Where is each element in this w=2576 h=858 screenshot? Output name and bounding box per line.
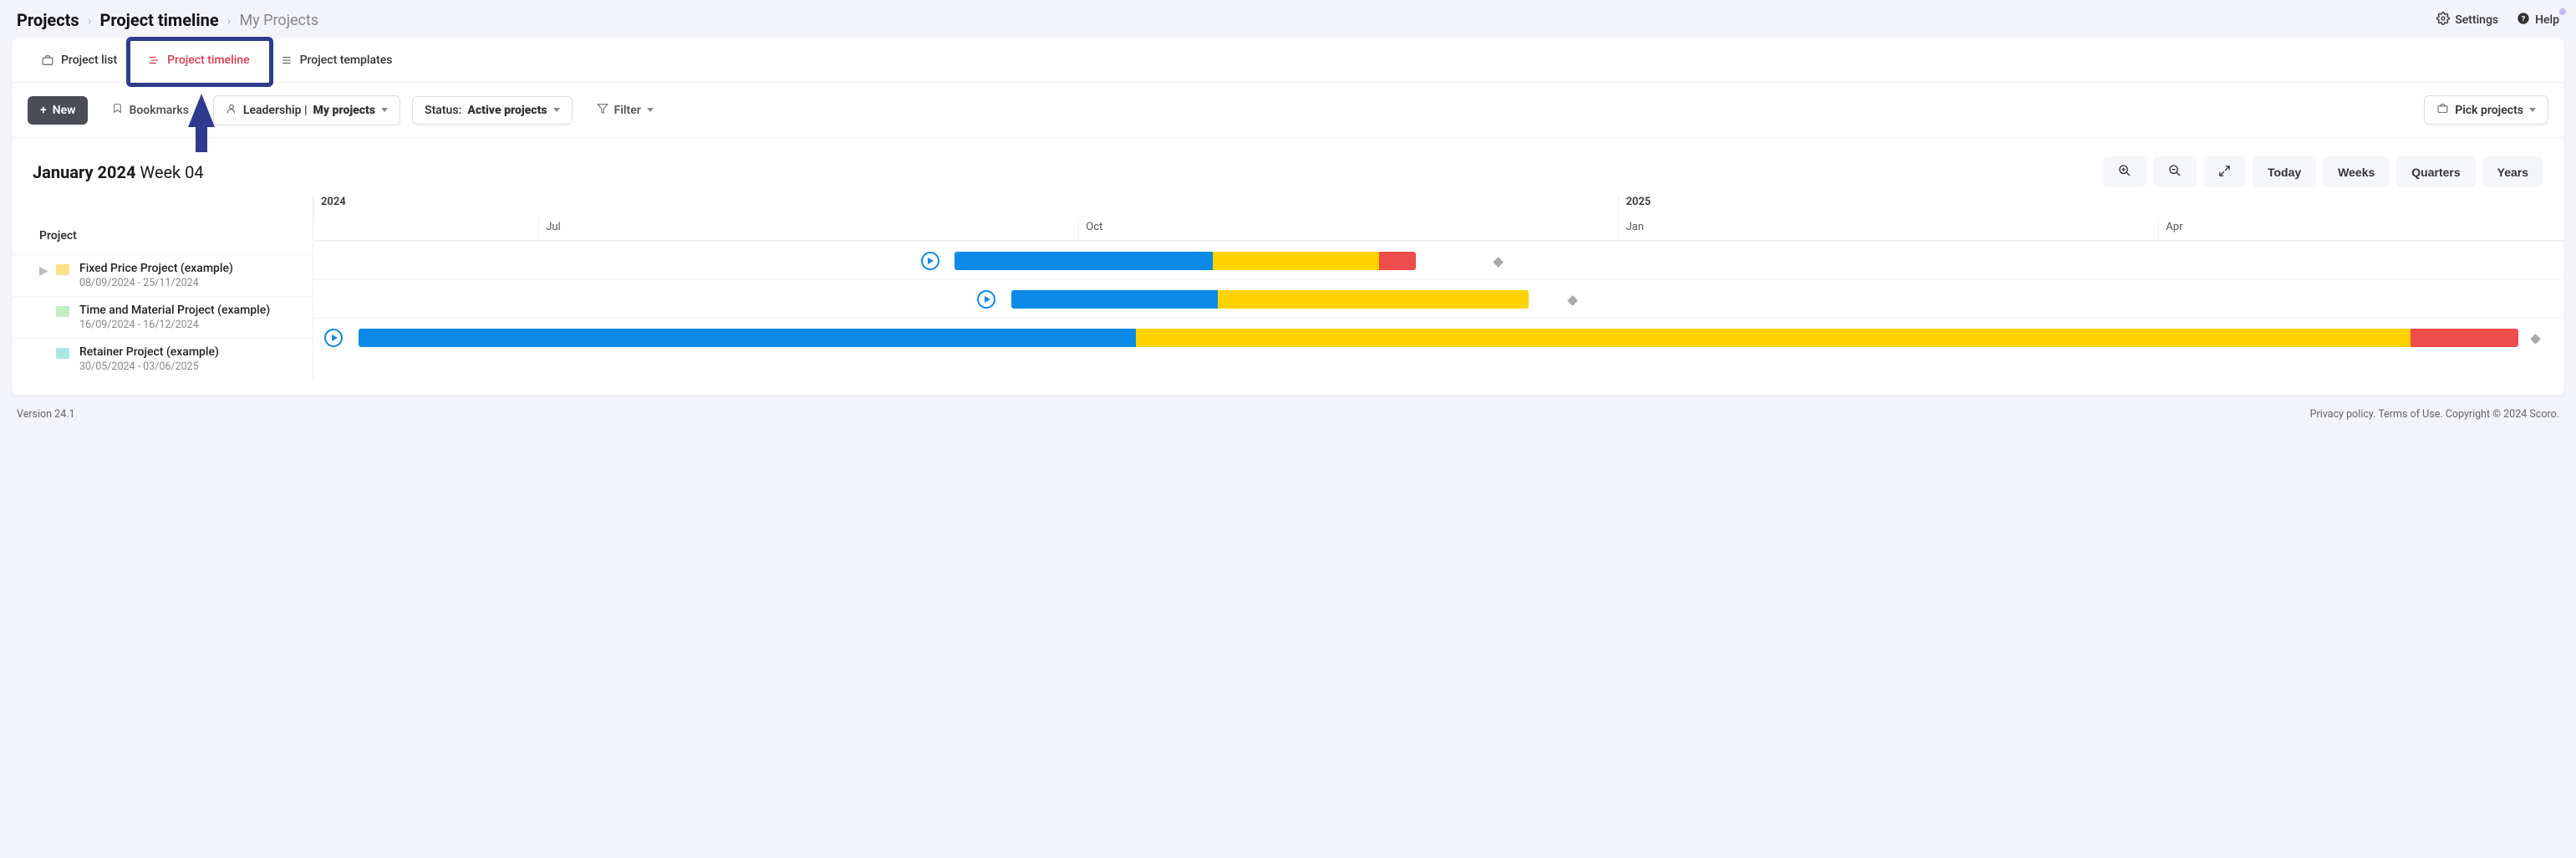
privacy-link[interactable]: Privacy policy.	[2310, 408, 2376, 421]
tab-timeline-label: Project timeline	[167, 54, 249, 67]
gantt-row	[313, 279, 2563, 318]
column-header-project: Project	[13, 217, 313, 254]
milestone-icon[interactable]	[1567, 295, 1578, 306]
help-label: Help	[2535, 13, 2559, 27]
bookmark-icon	[112, 102, 123, 118]
folder-icon	[56, 348, 69, 359]
current-month-year: January 2024	[33, 162, 135, 182]
project-dates: 16/09/2024 - 16/12/2024	[79, 319, 270, 331]
expand-icon	[2218, 165, 2231, 180]
version-label: Version 24.1	[17, 408, 75, 421]
tab-list-label: Project list	[61, 54, 117, 67]
svg-text:?: ?	[2522, 14, 2526, 23]
tab-project-timeline[interactable]: Project timeline	[134, 38, 262, 82]
month-label: Oct	[1078, 217, 1618, 240]
milestone-icon[interactable]	[1493, 257, 1504, 268]
chevron-right-icon: ›	[227, 13, 232, 28]
years-button[interactable]: Years	[2482, 156, 2543, 187]
timeline-icon	[147, 54, 160, 66]
project-name: Time and Material Project (example)	[79, 304, 270, 317]
terms-link[interactable]: Terms of Use.	[2378, 408, 2442, 421]
gear-icon	[2436, 12, 2450, 28]
status-dropdown[interactable]: Status: Active projects	[412, 96, 573, 125]
briefcase-icon	[2436, 103, 2449, 117]
project-row[interactable]: ▶ Fixed Price Project (example) 08/09/20…	[13, 254, 313, 296]
breadcrumb-section[interactable]: Project timeline	[99, 10, 218, 30]
year-label: 2025	[1618, 196, 2563, 217]
project-dates: 30/05/2024 - 03/06/2025	[79, 360, 219, 373]
status-value: Active projects	[467, 104, 547, 117]
plus-icon: +	[40, 104, 47, 117]
gantt-bar[interactable]	[359, 329, 2518, 347]
caret-down-icon	[647, 108, 654, 112]
gantt-bar[interactable]	[1011, 290, 1529, 309]
zoom-in-button[interactable]	[2103, 156, 2146, 187]
settings-label: Settings	[2455, 13, 2498, 27]
scope-value: My projects	[313, 104, 376, 117]
new-button[interactable]: + New	[28, 96, 88, 125]
project-name: Retainer Project (example)	[79, 345, 219, 359]
copyright-label: Copyright © 2024 Scoro.	[2446, 408, 2559, 421]
breadcrumb-page: My Projects	[239, 12, 318, 29]
breadcrumb-projects[interactable]: Projects	[17, 10, 79, 30]
zoom-out-button[interactable]	[2153, 156, 2197, 187]
bookmarks-label: Bookmarks	[129, 104, 188, 117]
caret-down-icon	[2529, 108, 2536, 112]
gantt-row	[313, 318, 2563, 356]
today-button[interactable]: Today	[2253, 156, 2316, 187]
weeks-button[interactable]: Weeks	[2323, 156, 2390, 187]
templates-icon	[280, 54, 293, 66]
filter-button[interactable]: Filter	[584, 95, 666, 125]
breadcrumb: Projects › Project timeline › My Project…	[17, 10, 318, 30]
help-icon: ?	[2517, 12, 2530, 28]
caret-down-icon	[553, 108, 560, 112]
person-icon	[226, 103, 237, 118]
project-row[interactable]: Time and Material Project (example) 16/0…	[13, 296, 313, 338]
pick-projects-label: Pick projects	[2455, 104, 2523, 117]
scope-dropdown[interactable]: Leadership | My projects	[213, 95, 400, 125]
briefcase-icon	[41, 54, 54, 66]
folder-icon	[56, 306, 69, 317]
tab-project-list[interactable]: Project list	[28, 38, 130, 82]
new-label: New	[53, 104, 76, 117]
month-label: Apr	[2158, 217, 2563, 240]
expand-button[interactable]	[2203, 156, 2246, 187]
folder-icon	[56, 264, 69, 275]
zoom-out-icon	[2168, 164, 2181, 180]
annotation-arrow-icon	[188, 94, 215, 127]
current-week: Week 04	[140, 162, 203, 182]
play-icon[interactable]	[977, 290, 995, 309]
scope-prefix: Leadership |	[243, 104, 308, 117]
play-icon[interactable]	[324, 329, 343, 347]
current-period: January 2024 Week 04	[33, 162, 204, 182]
filter-icon	[597, 103, 608, 118]
expand-toggle-icon[interactable]: ▶	[39, 264, 49, 278]
filter-label: Filter	[614, 104, 641, 117]
milestone-icon[interactable]	[2530, 334, 2541, 345]
status-prefix: Status:	[425, 104, 461, 117]
zoom-in-icon	[2118, 164, 2131, 180]
pick-projects-button[interactable]: Pick projects	[2424, 95, 2548, 125]
year-label: 2024	[313, 196, 1618, 217]
tab-project-templates[interactable]: Project templates	[267, 38, 406, 82]
gantt-bar[interactable]	[955, 252, 1416, 270]
bookmarks-button[interactable]: Bookmarks	[99, 94, 201, 125]
project-dates: 08/09/2024 - 25/11/2024	[79, 277, 233, 289]
help-link[interactable]: ? Help	[2517, 12, 2559, 28]
play-icon[interactable]	[921, 252, 939, 270]
project-name: Fixed Price Project (example)	[79, 262, 233, 275]
gantt-row	[313, 241, 2563, 279]
month-label: Jan	[1618, 217, 2158, 240]
annotation-arrow-stem	[196, 125, 207, 152]
chevron-right-icon: ›	[88, 13, 92, 28]
project-row[interactable]: Retainer Project (example) 30/05/2024 - …	[13, 338, 313, 380]
settings-link[interactable]: Settings	[2436, 12, 2498, 28]
quarters-button[interactable]: Quarters	[2396, 156, 2475, 187]
caret-down-icon	[381, 108, 388, 112]
tab-templates-label: Project templates	[300, 54, 393, 67]
month-label: Jul	[538, 217, 1078, 240]
